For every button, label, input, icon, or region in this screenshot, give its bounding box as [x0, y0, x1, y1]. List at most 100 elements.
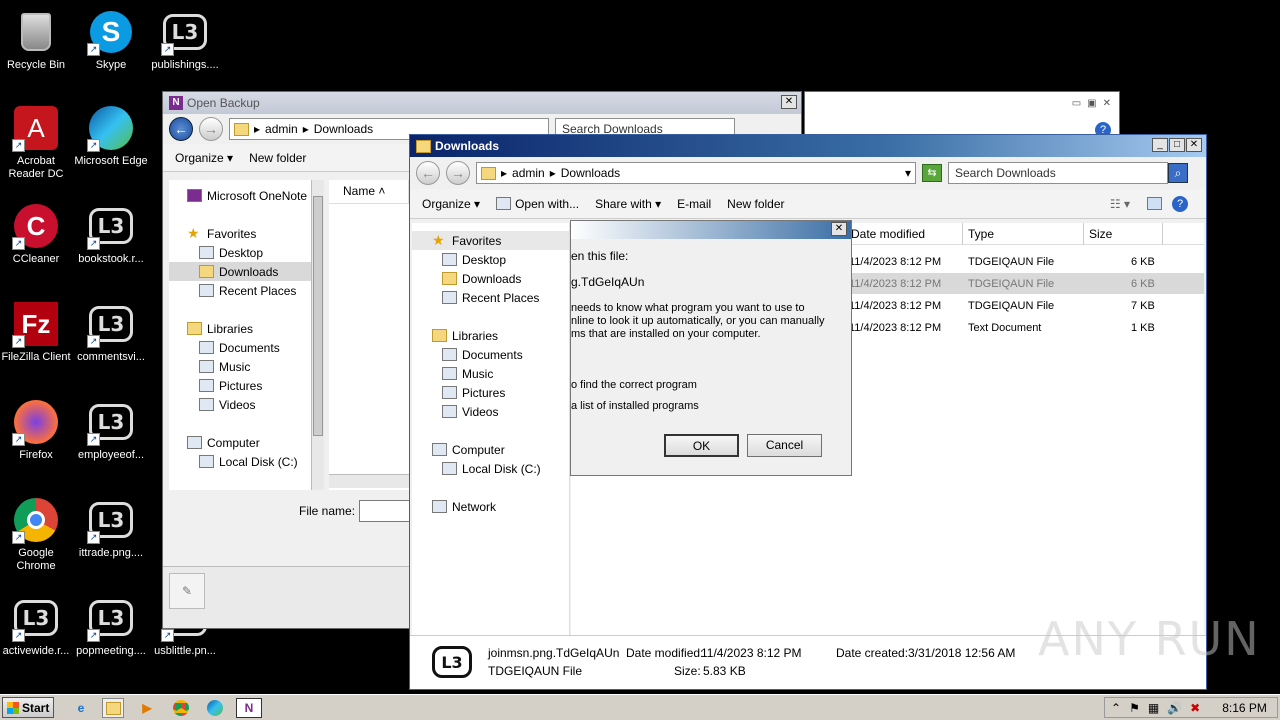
nav-network[interactable]: Network — [412, 497, 569, 516]
nav-computer[interactable]: Computer — [169, 433, 311, 452]
back-icon[interactable]: ← — [169, 117, 193, 141]
forward-icon[interactable]: → — [199, 117, 223, 141]
nav-local-disk[interactable]: Local Disk (C:) — [412, 459, 569, 478]
column-header-name[interactable]: Name ˄ — [329, 180, 409, 204]
cancel-button[interactable]: Cancel — [747, 434, 822, 457]
column-header-size[interactable]: Size — [1085, 223, 1163, 245]
share-with-button[interactable]: Share with ▾ — [595, 197, 661, 211]
help-icon[interactable]: ? — [1172, 195, 1188, 212]
chrome-icon[interactable] — [170, 698, 192, 718]
close-button[interactable]: ✕ — [1186, 138, 1202, 152]
option-installed-programs[interactable]: a list of installed programs — [571, 400, 699, 412]
desktop-icon-11[interactable]: ↗ Google Chrome — [0, 496, 74, 573]
restore-icon[interactable]: ▣ — [1087, 98, 1096, 109]
organize-button[interactable]: Organize ▾ — [175, 151, 233, 165]
address-dropdown-icon[interactable]: ▾ — [905, 166, 911, 180]
views-icon[interactable]: ☷ ▾ — [1110, 197, 1130, 211]
open-with-titlebar[interactable] — [571, 221, 851, 239]
search-icon[interactable]: ⌕ — [1168, 163, 1188, 183]
nav-favorites[interactable]: ★ Favorites — [169, 224, 311, 243]
edge-icon[interactable] — [204, 698, 226, 718]
nav-local-disk[interactable]: Local Disk (C:) — [169, 452, 311, 471]
open-with-button[interactable]: Open with... — [496, 197, 579, 211]
nav-desktop[interactable]: Desktop — [169, 243, 311, 262]
computer-icon — [432, 443, 447, 456]
back-icon[interactable]: ← — [416, 161, 440, 185]
nav-videos[interactable]: Videos — [412, 402, 569, 421]
nav-music[interactable]: Music — [412, 364, 569, 383]
desktop-icon-10[interactable]: L3 ↗ employeeof... — [73, 398, 149, 462]
desktop-icon-5[interactable]: C ↗ CCleaner — [0, 202, 74, 266]
nav-computer[interactable]: Computer — [412, 440, 569, 459]
nav-favorites[interactable]: ★ Favorites — [412, 231, 569, 250]
desktop-icon-label: Recycle Bin — [6, 59, 66, 71]
network-tray-icon[interactable]: ▦ — [1148, 701, 1159, 715]
open-backup-scrollbar[interactable] — [311, 180, 324, 490]
option-web-service[interactable]: o find the correct program — [571, 379, 697, 391]
maximize-button[interactable]: □ — [1169, 138, 1185, 152]
column-header-date[interactable]: Date modified — [847, 223, 963, 245]
dialog-close-button[interactable]: ✕ — [831, 222, 847, 236]
desktop-icon-8[interactable]: L3 ↗ commentsvi... — [73, 300, 149, 364]
desktop-icon-4[interactable]: ↗ Microsoft Edge — [73, 104, 149, 168]
onenote-taskbar-icon[interactable]: N — [236, 698, 262, 718]
nav-documents[interactable]: Documents — [169, 338, 311, 357]
refresh-icon[interactable]: ⇆ — [922, 164, 942, 182]
breadcrumb-admin[interactable]: admin — [265, 122, 298, 136]
media-player-icon[interactable]: ▶ — [136, 698, 158, 718]
minimize-button[interactable]: _ — [1152, 138, 1168, 152]
breadcrumb-admin[interactable]: admin — [512, 166, 545, 180]
desktop-icon-1[interactable]: S ↗ Skype — [73, 8, 149, 72]
nav-downloads[interactable]: Downloads — [169, 262, 311, 281]
desktop-icon-12[interactable]: L3 ↗ ittrade.png.... — [73, 496, 149, 560]
ok-button[interactable]: OK — [664, 434, 739, 457]
downloads-icon — [199, 265, 214, 278]
nav-pictures[interactable]: Pictures — [412, 383, 569, 402]
downloads-titlebar[interactable]: Downloads — [410, 135, 1206, 157]
volume-icon[interactable]: 🔊 — [1167, 701, 1182, 715]
desktop-icon-3[interactable]: A ↗ Acrobat Reader DC — [0, 104, 74, 181]
nav-desktop[interactable]: Desktop — [412, 250, 569, 269]
nav-pictures[interactable]: Pictures — [169, 376, 311, 395]
desktop-icon-2[interactable]: L3 ↗ publishings.... — [147, 8, 223, 72]
tray-expand-icon[interactable]: ⌃ — [1111, 701, 1121, 715]
new-folder-button[interactable]: New folder — [249, 151, 306, 165]
email-button[interactable]: E-mail — [677, 197, 711, 211]
column-header-type[interactable]: Type — [964, 223, 1084, 245]
close-icon[interactable]: ✕ — [1103, 98, 1111, 109]
security-alert-icon[interactable]: ✖ — [1190, 701, 1200, 715]
nav-recent[interactable]: Recent Places — [169, 281, 311, 300]
desktop-icon-6[interactable]: L3 ↗ bookstook.r... — [73, 202, 149, 266]
breadcrumb-downloads[interactable]: Downloads — [561, 166, 620, 180]
open-backup-titlebar[interactable]: N Open Backup — [163, 92, 801, 114]
nav-onenote[interactable]: Microsoft OneNote — [169, 186, 311, 205]
nav-downloads[interactable]: Downloads — [412, 269, 569, 288]
ie-icon[interactable]: e — [70, 698, 92, 718]
open-backup-close-button[interactable]: ✕ — [781, 95, 797, 109]
minimize-icon[interactable]: ▭ — [1072, 98, 1081, 109]
scroll-thumb[interactable] — [313, 196, 323, 436]
start-button[interactable]: Start — [2, 697, 54, 718]
organize-button[interactable]: Organize ▾ — [422, 197, 480, 211]
desktop-icon-7[interactable]: Fz ↗ FileZilla Client — [0, 300, 74, 364]
new-folder-button[interactable]: New folder — [727, 197, 784, 211]
desktop-icon-14[interactable]: L3 ↗ popmeeting.... — [73, 594, 149, 658]
clock[interactable]: 8:16 PM — [1222, 701, 1267, 715]
nav-recent[interactable]: Recent Places — [412, 288, 569, 307]
downloads-search-input[interactable]: Search Downloads — [948, 162, 1168, 184]
nav-libraries[interactable]: Libraries — [412, 326, 569, 345]
nav-libraries[interactable]: Libraries — [169, 319, 311, 338]
tools-icon[interactable]: ✎ — [169, 573, 205, 609]
tray-flag-icon[interactable]: ⚑ — [1129, 701, 1140, 715]
desktop-icon-13[interactable]: L3 ↗ activewide.r... — [0, 594, 74, 658]
desktop-icon-9[interactable]: ↗ Firefox — [0, 398, 74, 462]
nav-videos[interactable]: Videos — [169, 395, 311, 414]
nav-documents[interactable]: Documents — [412, 345, 569, 364]
nav-music[interactable]: Music — [169, 357, 311, 376]
explorer-icon[interactable] — [102, 698, 124, 718]
desktop-icon-0[interactable]: Recycle Bin — [0, 8, 74, 72]
forward-icon[interactable]: → — [446, 161, 470, 185]
downloads-address-bar[interactable]: ▸ admin ▸ Downloads ▾ — [476, 162, 916, 184]
preview-pane-icon[interactable] — [1147, 197, 1162, 210]
breadcrumb-downloads[interactable]: Downloads — [314, 122, 373, 136]
